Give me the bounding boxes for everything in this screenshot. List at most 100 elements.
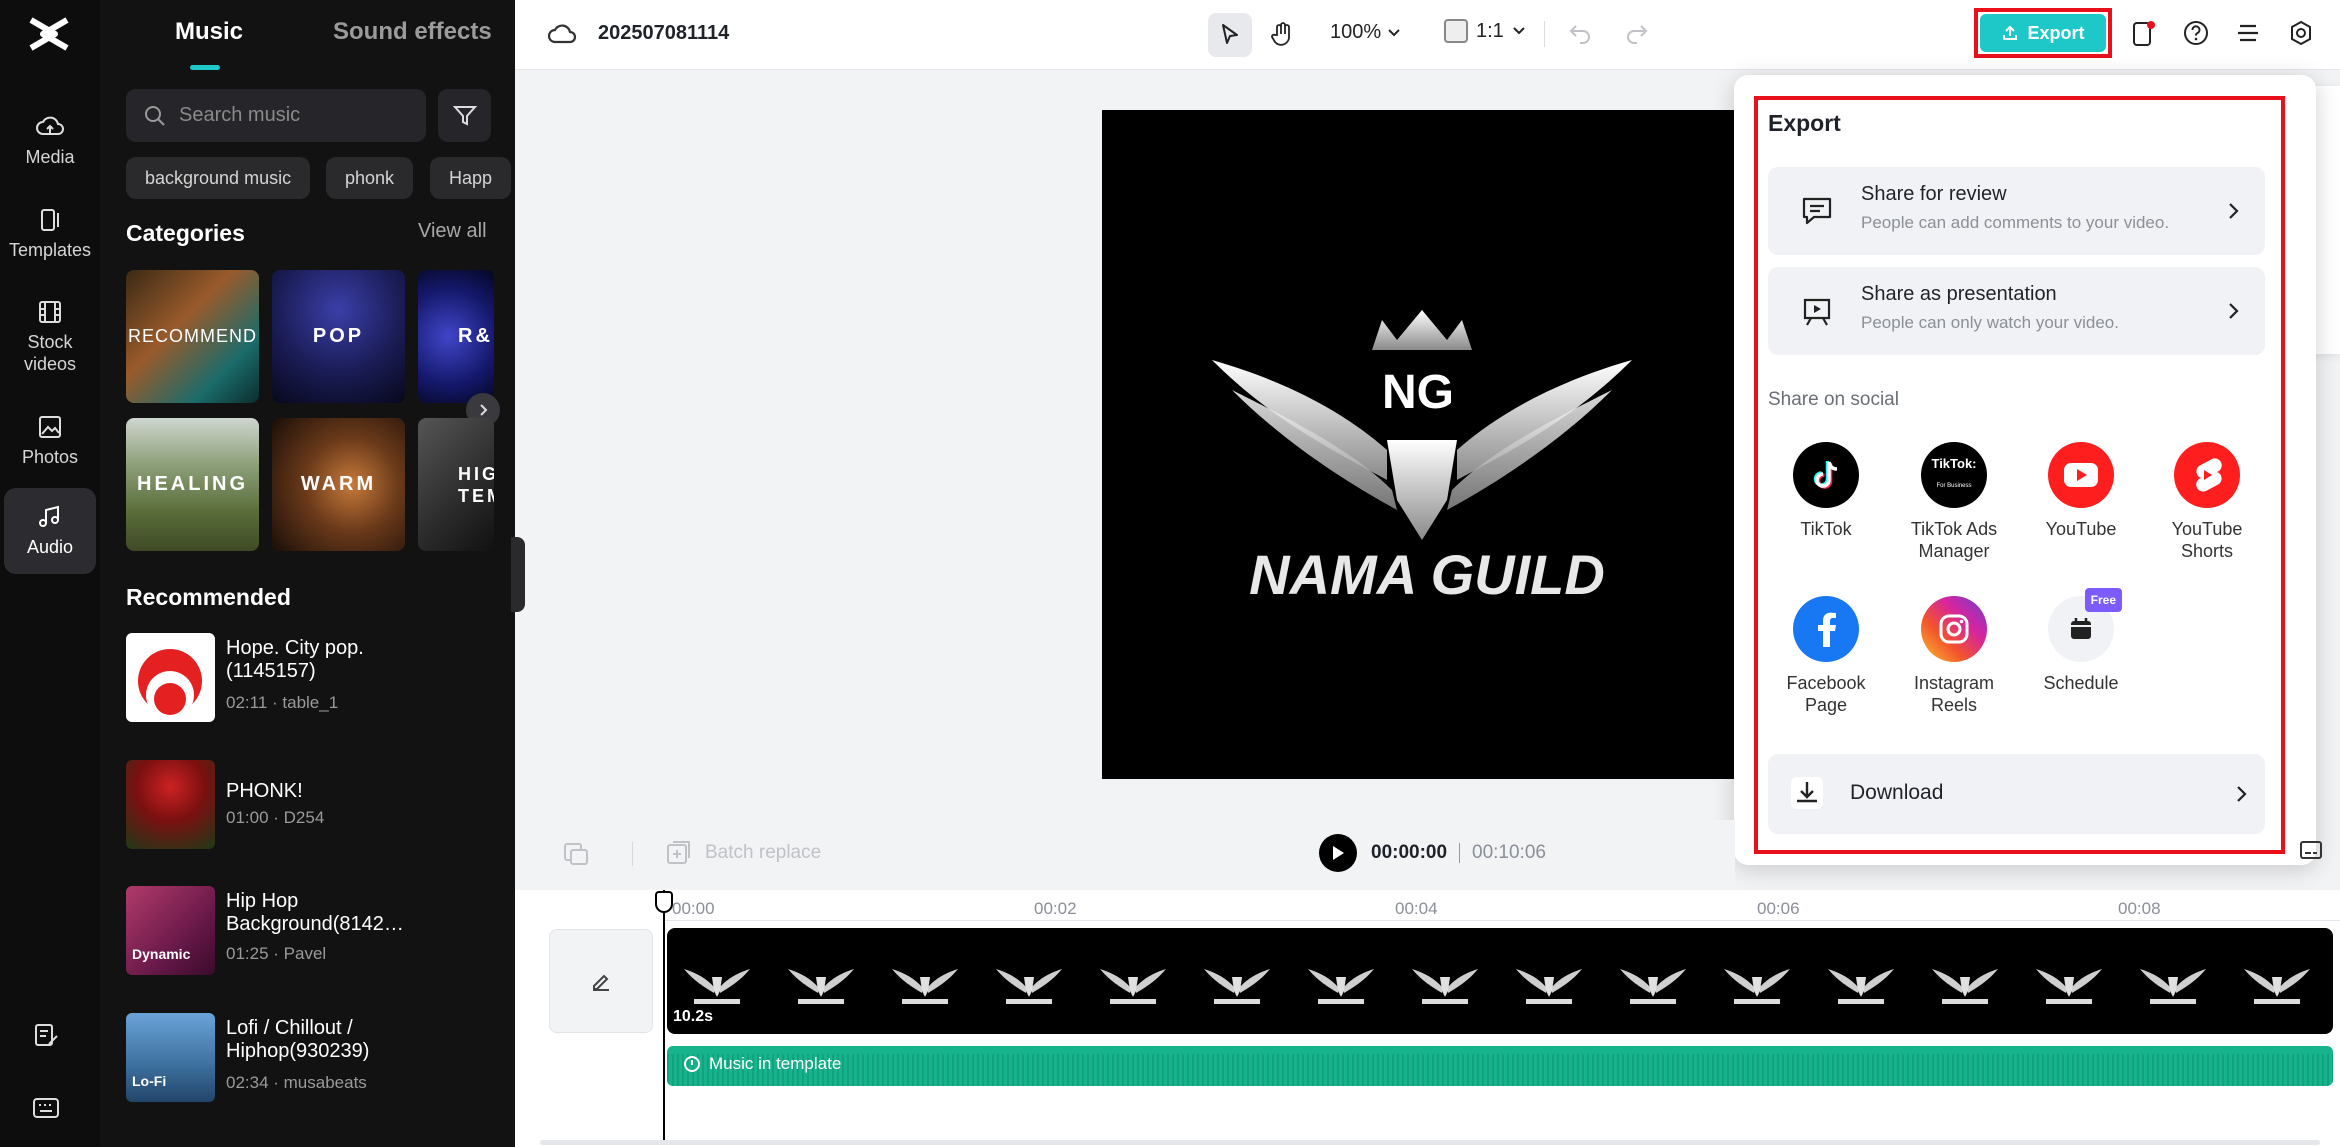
video-canvas[interactable]: NG NAMA GUILD xyxy=(1102,110,1734,779)
redo-icon xyxy=(1627,25,1648,44)
timeline-tick: 00:02 xyxy=(1034,899,1077,918)
clip-frame-thumbnail xyxy=(680,952,754,1012)
clip-frame-thumbnail xyxy=(1928,952,2002,1012)
clip-frame-thumbnail xyxy=(1408,952,1482,1012)
clip-frame-thumbnail xyxy=(2136,952,2210,1012)
help-button[interactable] xyxy=(2181,18,2211,48)
category-label: HEALING xyxy=(137,473,248,495)
category-label: POP xyxy=(312,325,365,347)
social-youtube-shorts[interactable]: YouTube Shorts xyxy=(2147,442,2267,562)
search-input[interactable]: Search music xyxy=(126,89,426,142)
hand-tool-button[interactable] xyxy=(1262,13,1302,57)
playhead-handle[interactable] xyxy=(655,891,673,913)
rail-label: Templates xyxy=(8,240,92,260)
filter-button[interactable] xyxy=(438,89,491,142)
film-icon xyxy=(39,301,61,323)
rail-item-templates[interactable]: Templates xyxy=(4,205,96,261)
keyboard-icon[interactable] xyxy=(31,1096,61,1125)
tab-sound-effects[interactable]: Sound effects xyxy=(333,18,492,46)
rail-item-photos[interactable]: Photos xyxy=(4,412,96,468)
chip-happy[interactable]: Happ xyxy=(430,157,512,199)
category-recommend[interactable]: RECOMMEND xyxy=(126,270,259,403)
timeline-scrollbar[interactable] xyxy=(540,1140,2320,1145)
time-separator xyxy=(1459,843,1460,863)
clip-frame-thumbnail xyxy=(1512,952,1586,1012)
capcut-logo-icon[interactable] xyxy=(25,14,73,54)
category-high-tempo[interactable]: HIG TEM xyxy=(418,418,494,551)
share-on-social-label: Share on social xyxy=(1768,389,1899,410)
rail-item-stock-videos[interactable]: Stock videos xyxy=(4,297,96,375)
layers-button[interactable] xyxy=(2233,18,2263,48)
total-time: 00:10:06 xyxy=(1472,842,1546,863)
audio-track[interactable]: Music in template xyxy=(667,1046,2333,1086)
clip-frame-thumbnail xyxy=(1720,952,1794,1012)
social-label: TikTok xyxy=(1800,519,1852,539)
category-warm[interactable]: WARM xyxy=(272,418,405,551)
category-pop[interactable]: POP xyxy=(272,270,405,403)
clip-frame-thumbnail xyxy=(888,952,962,1012)
divider xyxy=(632,842,633,866)
photo-icon xyxy=(39,416,61,438)
rail-label: Stock videos xyxy=(23,332,77,374)
chevron-down-icon xyxy=(1513,27,1525,35)
play-button[interactable] xyxy=(1319,834,1357,872)
panel-collapse-handle[interactable] xyxy=(511,537,525,612)
social-tiktok-ads-manager[interactable]: TikTok: For Business TikTok Ads Manager xyxy=(1894,442,2014,562)
notes-icon[interactable] xyxy=(31,1020,61,1055)
export-button[interactable]: Export xyxy=(1980,14,2106,52)
zoom-dropdown[interactable]: 100% xyxy=(1330,21,1401,44)
clip-frame-thumbnail xyxy=(2032,952,2106,1012)
select-tool-button[interactable] xyxy=(1208,13,1252,57)
track-title: Lofi / Chillout / Hiphop(930239) xyxy=(226,1017,370,1062)
audio-label-wrap: Music in template xyxy=(683,1054,841,1074)
project-name[interactable]: 202507081114 xyxy=(598,22,729,45)
download-button[interactable]: Download xyxy=(1768,754,2265,834)
list-item[interactable]: Hope. City pop. (1145157) 02:11 · table_… xyxy=(126,633,506,723)
social-instagram-reels[interactable]: Instagram Reels xyxy=(1894,596,2014,716)
chevron-right-icon xyxy=(2237,786,2247,802)
search-placeholder: Search music xyxy=(179,104,301,126)
pencil-icon xyxy=(593,974,609,991)
cover-edit-button[interactable] xyxy=(549,929,653,1033)
tab-music[interactable]: Music xyxy=(175,18,243,46)
social-tiktok[interactable]: TikTok xyxy=(1766,442,1886,540)
social-label: TikTok Ads Manager xyxy=(1910,519,1998,561)
share-review-subtitle: People can add comments to your video. xyxy=(1861,213,2170,232)
rail-item-media[interactable]: Media xyxy=(4,112,96,168)
copy-icon xyxy=(564,843,588,865)
social-schedule[interactable]: Free Schedule xyxy=(2021,588,2141,694)
rail-item-audio[interactable]: Audio xyxy=(4,488,96,574)
category-healing[interactable]: HEALING xyxy=(126,418,259,551)
categories-title: Categories xyxy=(126,220,245,246)
social-youtube[interactable]: YouTube xyxy=(2021,442,2141,540)
ratio-dropdown[interactable]: 1:1 xyxy=(1444,19,1526,43)
list-item[interactable]: PHONK! 01:00 · D254 xyxy=(126,760,506,850)
category-rnb[interactable]: R& xyxy=(418,270,494,403)
batch-replace-button[interactable]: Batch replace xyxy=(665,840,821,866)
export-popup-title: Export xyxy=(1768,110,1841,136)
clip-frame-thumbnail xyxy=(1616,952,1690,1012)
redo-button[interactable] xyxy=(1622,18,1652,48)
split-scene-button[interactable] xyxy=(560,838,592,870)
tiktok-ads-icon: TikTok: For Business xyxy=(1921,442,1987,508)
share-as-presentation-button[interactable]: Share as presentation People can only wa… xyxy=(1768,267,2265,355)
device-notification-button[interactable] xyxy=(2128,18,2158,48)
share-for-review-button[interactable]: Share for review People can add comments… xyxy=(1768,167,2265,255)
cloud-sync-icon[interactable] xyxy=(546,20,578,48)
undo-button[interactable] xyxy=(1565,18,1595,48)
playhead[interactable] xyxy=(663,890,665,1140)
chip-phonk[interactable]: phonk xyxy=(326,157,414,199)
fullscreen-button[interactable] xyxy=(2296,836,2326,866)
view-all-link[interactable]: View all xyxy=(418,220,487,243)
undo-icon xyxy=(1569,25,1590,44)
list-item[interactable]: Dynamic Hip Hop Background(8142… 01:25 ·… xyxy=(126,886,506,976)
social-facebook-page[interactable]: Facebook Page xyxy=(1766,596,1886,716)
zoom-value: 100% xyxy=(1330,21,1382,43)
list-item[interactable]: Lo-Fi Lofi / Chillout / Hiphop(930239) 0… xyxy=(126,1013,506,1103)
play-icon xyxy=(1333,846,1344,860)
chip-background-music[interactable]: background music xyxy=(126,157,311,199)
logo-initials: NG xyxy=(1382,366,1454,419)
settings-button[interactable] xyxy=(2286,18,2316,48)
instagram-icon xyxy=(1921,596,1987,662)
batch-replace-icon xyxy=(667,841,690,864)
